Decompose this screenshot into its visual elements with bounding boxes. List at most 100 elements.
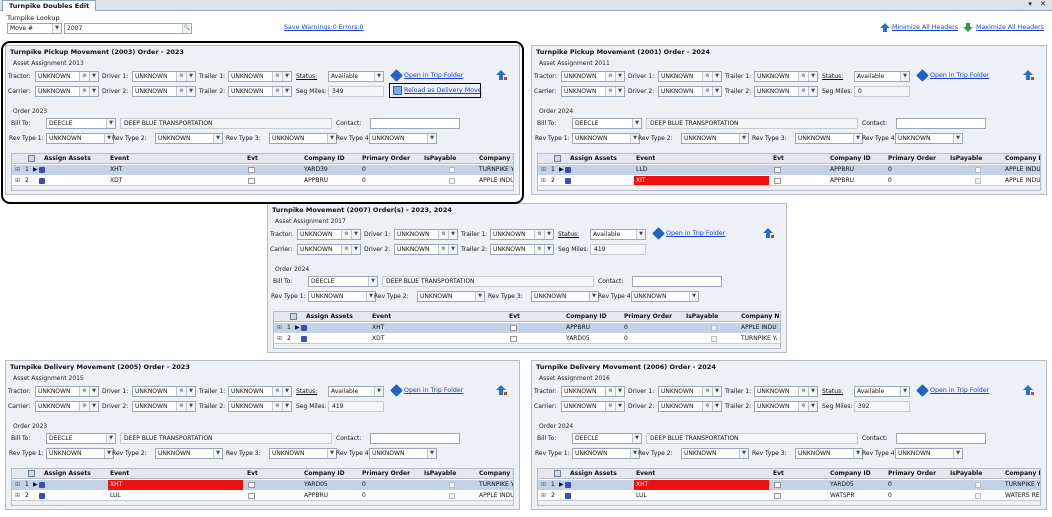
trailer2-select[interactable]: UNKNOWN ⚙ ▼ [228, 401, 292, 412]
contact-field[interactable] [370, 433, 460, 444]
trailer2-select[interactable]: UNKNOWN ⚙ ▼ [754, 401, 818, 412]
chevron-down-icon[interactable]: ▼ [632, 434, 641, 443]
expand-icon[interactable]: ⊞ [541, 177, 546, 184]
trip-folder-icon[interactable] [652, 227, 665, 240]
company-name-cell[interactable]: TURNPIKE YA [479, 481, 513, 488]
lookup-icon[interactable]: ⚙ [272, 402, 282, 411]
chevron-down-icon[interactable]: ▼ [636, 230, 645, 239]
carrier-select[interactable]: UNKNOWN ⚙ ▼ [561, 86, 625, 97]
panel-title[interactable]: Turnpike Pickup Movement (2001) Order - … [536, 48, 710, 56]
event-cell[interactable]: XHT [108, 480, 243, 490]
event-cell[interactable]: XHT [634, 480, 769, 490]
company-name-cell[interactable]: TURNPIKE YA [1005, 481, 1040, 488]
expand-icon[interactable]: ⊞ [15, 177, 20, 184]
chevron-down-icon[interactable]: ▼ [368, 277, 377, 286]
rev-type-4-select[interactable]: UNKNOWN ▼ [631, 291, 699, 302]
chevron-down-icon[interactable]: ▼ [900, 72, 909, 81]
company-id-cell[interactable]: APPBRU [304, 492, 328, 499]
is-payable-checkbox[interactable] [975, 178, 981, 184]
tractor-select[interactable]: UNKNOWN ⚙ ▼ [35, 386, 99, 397]
column-header[interactable]: Company N [479, 470, 513, 477]
calendar-icon[interactable] [510, 325, 517, 331]
horizontal-scrollbar[interactable] [538, 500, 1040, 505]
is-payable-checkbox[interactable] [711, 325, 717, 331]
expand-icon[interactable]: ⊞ [541, 481, 546, 488]
company-id-cell[interactable]: YARD39 [304, 166, 328, 173]
carrier-select[interactable]: UNKNOWN ⚙ ▼ [297, 244, 361, 255]
primary-order-cell[interactable]: 0 [624, 324, 628, 331]
chevron-down-icon[interactable]: ▼ [589, 292, 598, 301]
trailer2-select[interactable]: UNKNOWN ⚙ ▼ [754, 86, 818, 97]
column-header[interactable]: Event [110, 470, 129, 477]
company-name-cell[interactable]: APPLE INDUS [479, 492, 513, 499]
column-header[interactable]: Assign Assets [44, 155, 91, 162]
assign-assets-icon[interactable] [565, 493, 571, 499]
expand-icon[interactable]: ⊞ [15, 166, 20, 173]
chevron-down-icon[interactable]: ▼ [282, 387, 291, 396]
rev-type-3-select[interactable]: UNKNOWN ▼ [269, 133, 337, 144]
events-grid[interactable]: Assign Assets Event Evt Company ID Primary O… [537, 468, 1041, 506]
status-label[interactable]: Status: [558, 231, 579, 238]
trailer1-select[interactable]: UNKNOWN ⚙ ▼ [228, 71, 292, 82]
column-header[interactable]: IsPayable [424, 155, 456, 162]
bill-to-select[interactable]: DEECLE ▼ [46, 118, 116, 129]
column-header[interactable]: Assign Assets [570, 470, 617, 477]
company-id-cell[interactable]: YARD05 [304, 481, 328, 488]
chevron-down-icon[interactable]: ▼ [448, 230, 457, 239]
rev-type-4-select[interactable]: UNKNOWN ▼ [895, 133, 963, 144]
trailer1-select[interactable]: UNKNOWN ⚙ ▼ [754, 386, 818, 397]
primary-order-cell[interactable]: 0 [362, 177, 366, 184]
lookup-icon[interactable]: ⚙ [605, 402, 615, 411]
calendar-icon[interactable] [774, 482, 781, 488]
column-header[interactable]: Primary Order [362, 470, 410, 477]
lookup-icon[interactable]: ⚙ [176, 87, 186, 96]
assign-assets-icon[interactable] [301, 336, 307, 342]
chevron-down-icon[interactable]: ▼ [351, 245, 360, 254]
chevron-down-icon[interactable]: ▼ [89, 87, 98, 96]
reload-icon[interactable] [393, 86, 402, 95]
status-label[interactable]: Status: [296, 388, 317, 395]
chevron-down-icon[interactable]: ▼ [712, 87, 721, 96]
driver1-select[interactable]: UNKNOWN ⚙ ▼ [658, 386, 722, 397]
events-grid[interactable]: Assign Assets Event Evt Company ID Primary O… [273, 311, 781, 349]
chevron-down-icon[interactable]: ▼ [282, 402, 291, 411]
assign-assets-icon[interactable] [39, 493, 45, 499]
column-header[interactable]: Company ID [304, 470, 345, 477]
expand-icon[interactable]: ⊞ [277, 335, 282, 342]
rev-type-3-select[interactable]: UNKNOWN ▼ [795, 448, 863, 459]
chevron-down-icon[interactable]: ▼ [213, 449, 222, 458]
horizontal-scrollbar[interactable] [274, 343, 780, 348]
lookup-icon[interactable]: ⚙ [272, 72, 282, 81]
rev-type-2-select[interactable]: UNKNOWN ▼ [681, 448, 749, 459]
lookup-icon[interactable]: ⚙ [702, 387, 712, 396]
chevron-down-icon[interactable]: ▼ [712, 402, 721, 411]
company-id-cell[interactable]: APPBRU [304, 177, 328, 184]
assign-assets-icon[interactable] [565, 167, 571, 173]
expand-icon[interactable]: ⊞ [541, 492, 546, 499]
chevron-down-icon[interactable]: ▼ [615, 72, 624, 81]
column-header[interactable]: Company N [1005, 470, 1040, 477]
lookup-icon[interactable]: ⚙ [702, 402, 712, 411]
lookup-icon[interactable]: ⚙ [605, 87, 615, 96]
event-cell[interactable]: XHT [108, 165, 243, 175]
column-header[interactable]: Evt [247, 155, 258, 162]
primary-order-cell[interactable]: 0 [362, 166, 366, 173]
events-grid[interactable]: Assign Assets Event Evt Company ID Primary O… [11, 468, 514, 506]
lookup-icon[interactable]: ⚙ [176, 402, 186, 411]
column-header[interactable]: Company ID [830, 470, 871, 477]
status-label[interactable]: Status: [296, 73, 317, 80]
chevron-down-icon[interactable]: ▼ [351, 230, 360, 239]
chevron-down-icon[interactable]: ▼ [739, 449, 748, 458]
expand-icon[interactable]: ⊞ [541, 166, 546, 173]
status-label[interactable]: Status: [822, 73, 843, 80]
assign-assets-icon[interactable] [565, 482, 571, 488]
chevron-down-icon[interactable]: ▼ [544, 245, 553, 254]
bill-to-select[interactable]: DEECLE ▼ [308, 276, 378, 287]
company-name-cell[interactable]: APPLE INDUS [741, 324, 777, 331]
carrier-select[interactable]: UNKNOWN ⚙ ▼ [561, 401, 625, 412]
panel-title[interactable]: Turnpike Delivery Movement (2005) Order … [10, 363, 190, 371]
calendar-icon[interactable] [774, 167, 781, 173]
assign-assets-icon[interactable] [39, 482, 45, 488]
lookup-icon[interactable]: ⚙ [176, 72, 186, 81]
chevron-down-icon[interactable]: ▼ [808, 402, 817, 411]
